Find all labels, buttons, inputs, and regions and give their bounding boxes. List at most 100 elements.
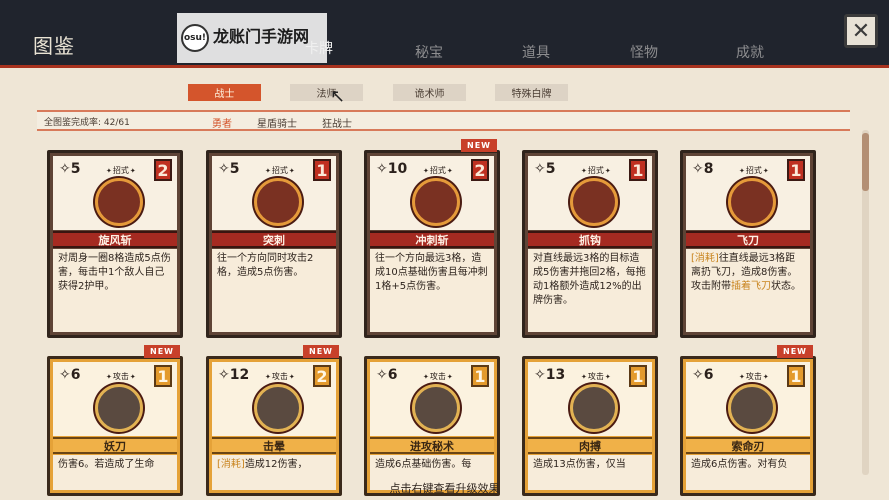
card[interactable]: ✧6 攻击 1 妖刀 伤害6。若造成了生命 NEW bbox=[47, 345, 183, 496]
watermark-text: 龙账门手游网 bbox=[213, 27, 310, 46]
card-description-suffix: 状态。 bbox=[771, 281, 801, 292]
card-type: 攻击 bbox=[105, 371, 137, 382]
card-level: 2 bbox=[471, 159, 489, 181]
card-cost: ✧5 bbox=[534, 161, 556, 177]
completion-row: 全图鉴完成率: 42/61 勇者 星盾骑士 狂战士 bbox=[37, 110, 850, 131]
card-description: 对直线最远3格的目标造成5伤害并拖回2格，每拖动1格额外造成12%的出牌伤害。 bbox=[528, 249, 652, 332]
class-tab-special[interactable]: 特殊白牌 bbox=[495, 84, 568, 101]
card[interactable]: ✧5 招式 1 突刺 往一个方向同时攻击2格，造成5点伤害。 bbox=[206, 150, 342, 338]
card[interactable]: ✧8 招式 1 飞刀 [消耗]往直线最远3格距离扔飞刀，造成8伤害。攻击附带插着… bbox=[680, 150, 816, 338]
tab-treasures[interactable]: 秘宝 bbox=[415, 42, 443, 62]
card-header: ✧12 攻击 2 bbox=[212, 362, 336, 436]
card[interactable]: ✧10 招式 2 冲刺斩 往一个方向最远3格，造成10点基础伤害且每冲刺1格+5… bbox=[364, 139, 500, 338]
watermark-logo: osu! 龙账门手游网 bbox=[177, 13, 327, 63]
card-header: ✧13 攻击 1 bbox=[528, 362, 652, 436]
card-description-text: 造成12伤害， bbox=[244, 459, 308, 470]
tab-items[interactable]: 道具 bbox=[522, 42, 550, 62]
throwing-knife-icon bbox=[728, 178, 776, 226]
card-name: 抓钩 bbox=[528, 231, 652, 248]
card-name: 进攻秘术 bbox=[370, 437, 494, 454]
grapple-hook-icon bbox=[570, 178, 618, 226]
card-header: ✧10 招式 2 bbox=[370, 156, 494, 230]
card-description: [消耗]往直线最远3格距离扔飞刀，造成8伤害。攻击附带插着飞刀状态。 bbox=[686, 249, 810, 332]
card-cost: ✧8 bbox=[692, 161, 714, 177]
card-header: ✧6 攻击 1 bbox=[686, 362, 810, 436]
tab-monsters[interactable]: 怪物 bbox=[630, 42, 658, 62]
card-header: ✧6 攻击 1 bbox=[53, 362, 177, 436]
offense-arcana-icon bbox=[412, 384, 460, 432]
card-type: 攻击 bbox=[580, 371, 612, 382]
card[interactable]: ✧6 攻击 1 索命刃 造成6点伤害。对有负 NEW bbox=[680, 345, 816, 496]
card[interactable]: ✧5 招式 2 旋风斩 对周身一圈8格造成5点伤害，每击中1个敌人自己获得2护甲… bbox=[47, 150, 183, 338]
card[interactable]: ✧13 攻击 1 肉搏 造成13点伤害，仅当 bbox=[522, 356, 658, 496]
sub-tab-star-shield-knight[interactable]: 星盾骑士 bbox=[257, 115, 297, 130]
card-name: 突刺 bbox=[212, 231, 336, 248]
card[interactable]: ✧5 招式 1 抓钩 对直线最远3格的目标造成5伤害并拖回2格，每拖动1格额外造… bbox=[522, 150, 658, 338]
card-description-text: 造成6点基础伤害。每 bbox=[375, 459, 472, 470]
sub-tab-hero[interactable]: 勇者 bbox=[212, 115, 232, 130]
card-description-highlight: 插着飞刀 bbox=[731, 281, 771, 292]
card-type: 招式 bbox=[264, 165, 296, 176]
card-type: 攻击 bbox=[264, 371, 296, 382]
tab-achievements[interactable]: 成就 bbox=[736, 42, 764, 62]
card-level: 1 bbox=[787, 159, 805, 181]
card-cost: ✧6 bbox=[692, 367, 714, 383]
card-name: 旋风斩 bbox=[53, 231, 177, 248]
card-consume-tag: [消耗] bbox=[691, 253, 719, 264]
page-title: 图鉴 bbox=[33, 34, 75, 58]
card-description-text: 对直线最远3格的目标造成5伤害并拖回2格，每拖动1格额外造成12%的出牌伤害。 bbox=[533, 253, 646, 306]
card-cost: ✧6 bbox=[59, 367, 81, 383]
card-cost: ✧12 bbox=[218, 367, 250, 383]
card-level: 1 bbox=[154, 365, 172, 387]
card-description-text: 造成13点伤害，仅当 bbox=[533, 459, 626, 470]
class-tab-trickster[interactable]: 诡术师 bbox=[393, 84, 466, 101]
card-name: 冲刺斩 bbox=[370, 231, 494, 248]
card-description: 往一个方向最远3格，造成10点基础伤害且每冲刺1格+5点伤害。 bbox=[370, 249, 494, 332]
card-name: 击晕 bbox=[212, 437, 336, 454]
card-name: 索命刃 bbox=[686, 437, 810, 454]
sub-tab-berserker[interactable]: 狂战士 bbox=[322, 115, 352, 130]
card-description-text: 造成6点伤害。对有负 bbox=[691, 459, 788, 470]
stun-icon bbox=[254, 384, 302, 432]
card-name: 肉搏 bbox=[528, 437, 652, 454]
card-description-text: 伤害6。若造成了生命 bbox=[58, 459, 155, 470]
card[interactable]: ✧12 攻击 2 击晕 [消耗]造成12伤害， NEW bbox=[206, 345, 342, 496]
whirlwind-icon bbox=[95, 178, 143, 226]
new-badge: NEW bbox=[144, 345, 180, 358]
scrollbar-thumb[interactable] bbox=[862, 133, 869, 191]
footer-hint: 点击右键查看升级效果 bbox=[389, 482, 500, 495]
card-cost: ✧5 bbox=[218, 161, 240, 177]
card-cost: ✧10 bbox=[376, 161, 408, 177]
class-tab-mage[interactable]: 法师 bbox=[290, 84, 363, 101]
header-bar: 图鉴 卡牌 秘宝 道具 怪物 成就 ✕ bbox=[0, 0, 889, 68]
card-level: 1 bbox=[313, 159, 331, 181]
completion-rate: 全图鉴完成率: 42/61 bbox=[44, 118, 130, 128]
card-consume-tag: [消耗] bbox=[217, 459, 245, 470]
card-type: 招式 bbox=[580, 165, 612, 176]
demon-blade-icon bbox=[95, 384, 143, 432]
thrust-icon bbox=[254, 178, 302, 226]
card-header: ✧5 招式 1 bbox=[212, 156, 336, 230]
card-name: 妖刀 bbox=[53, 437, 177, 454]
brawl-icon bbox=[570, 384, 618, 432]
card-level: 1 bbox=[471, 365, 489, 387]
new-badge: NEW bbox=[461, 139, 497, 152]
card-level: 1 bbox=[787, 365, 805, 387]
card-description: 对周身一圈8格造成5点伤害，每击中1个敌人自己获得2护甲。 bbox=[53, 249, 177, 332]
card-description-text: 往一个方向同时攻击2格，造成5点伤害。 bbox=[217, 253, 314, 278]
card-cost: ✧6 bbox=[376, 367, 398, 383]
card-type: 攻击 bbox=[738, 371, 770, 382]
card[interactable]: ✧6 攻击 1 进攻秘术 造成6点基础伤害。每 bbox=[364, 356, 500, 496]
mouse-cursor-icon: ↖ bbox=[330, 86, 346, 107]
class-tab-warrior[interactable]: 战士 bbox=[188, 84, 261, 101]
card-type: 招式 bbox=[738, 165, 770, 176]
new-badge: NEW bbox=[303, 345, 339, 358]
card-header: ✧5 招式 2 bbox=[53, 156, 177, 230]
close-button[interactable]: ✕ bbox=[844, 14, 878, 48]
card-level: 1 bbox=[629, 159, 647, 181]
reaper-blade-icon bbox=[728, 384, 776, 432]
card-level: 2 bbox=[154, 159, 172, 181]
card-type: 攻击 bbox=[422, 371, 454, 382]
card-name: 飞刀 bbox=[686, 231, 810, 248]
card-description-text: 对周身一圈8格造成5点伤害，每击中1个敌人自己获得2护甲。 bbox=[58, 253, 171, 292]
